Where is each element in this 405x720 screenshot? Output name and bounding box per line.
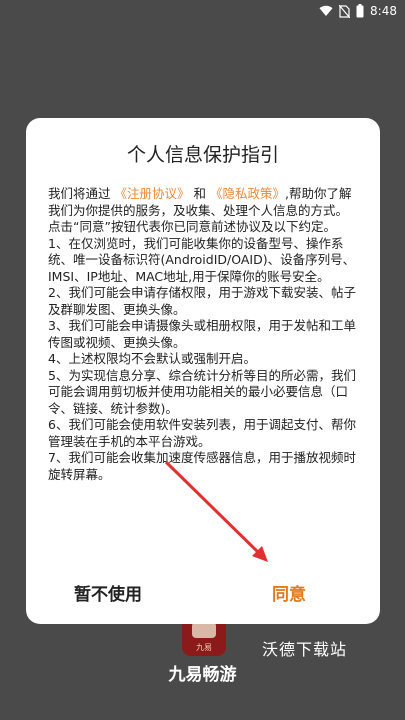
- list-item: 3、我们可能会申请摄像头或相册权限，用于发帖和工单传图或视频、更换头像。: [48, 318, 356, 350]
- agreement-link[interactable]: 《注册协议》: [114, 186, 189, 201]
- dialog-title: 个人信息保护指引: [126, 144, 279, 166]
- battery-icon: [356, 4, 364, 18]
- intro-and-text: 和: [189, 186, 210, 201]
- status-time: 8:48: [370, 4, 397, 18]
- list-item: 7、我们可能会收集加速度传感器信息，用于播放视频时旋转屏幕。: [48, 450, 356, 482]
- status-bar: 8:48: [0, 0, 405, 24]
- privacy-dialog: 个人信息保护指引 我们将通过 《注册协议》 和 《隐私政策》,帮助你了解我们为你…: [26, 118, 380, 624]
- list-item: 4、上述权限均不会默认或强制开启。: [48, 351, 256, 366]
- app-name: 九易畅游: [168, 665, 237, 685]
- app-icon[interactable]: 九易: [182, 620, 226, 656]
- list-item: 6、我们可能会使用软件安装列表，用于调起支付、帮你管理装在手机的本平台游戏。: [48, 417, 356, 449]
- intro-paragraph: 我们将通过 《注册协议》 和 《隐私政策》,帮助你了解我们为你提供的服务，及收集…: [48, 186, 360, 219]
- status-icons: 8:48: [319, 4, 397, 18]
- watermark: 沃德下载站: [262, 640, 348, 659]
- app-icon-graphic: [192, 622, 216, 638]
- list-item: 5、为实现信息分享、综合统计分析等目的所必需，我们可能会调用剪切板并使用功能相关…: [48, 367, 356, 416]
- background-app: 九易 九易畅游 沃德下载站: [0, 620, 405, 720]
- intro-text: 我们将通过: [48, 186, 115, 201]
- list-item: 1、在仅浏览时，我们可能收集你的设备型号、操作系统、唯一设备标识符(Androi…: [48, 235, 356, 284]
- decline-button[interactable]: 暂不使用: [74, 580, 142, 605]
- dialog-body: 我们将通过 《注册协议》 和 《隐私政策》,帮助你了解我们为你提供的服务，及收集…: [48, 186, 360, 483]
- agree-button[interactable]: 同意: [272, 580, 306, 605]
- consent-paragraph: 点击“同意”按钮代表你已同意前述协议及以下约定。: [48, 219, 336, 234]
- app-icon-tag: 九易: [196, 643, 212, 652]
- privacy-policy-link[interactable]: 《隐私政策》: [210, 186, 285, 201]
- no-sim-icon: [339, 4, 351, 18]
- wifi-icon: [319, 5, 333, 17]
- list-item: 2、我们可能会申请存储权限，用于游戏下载安装、帖子及群聊发图、更换头像。: [48, 285, 356, 317]
